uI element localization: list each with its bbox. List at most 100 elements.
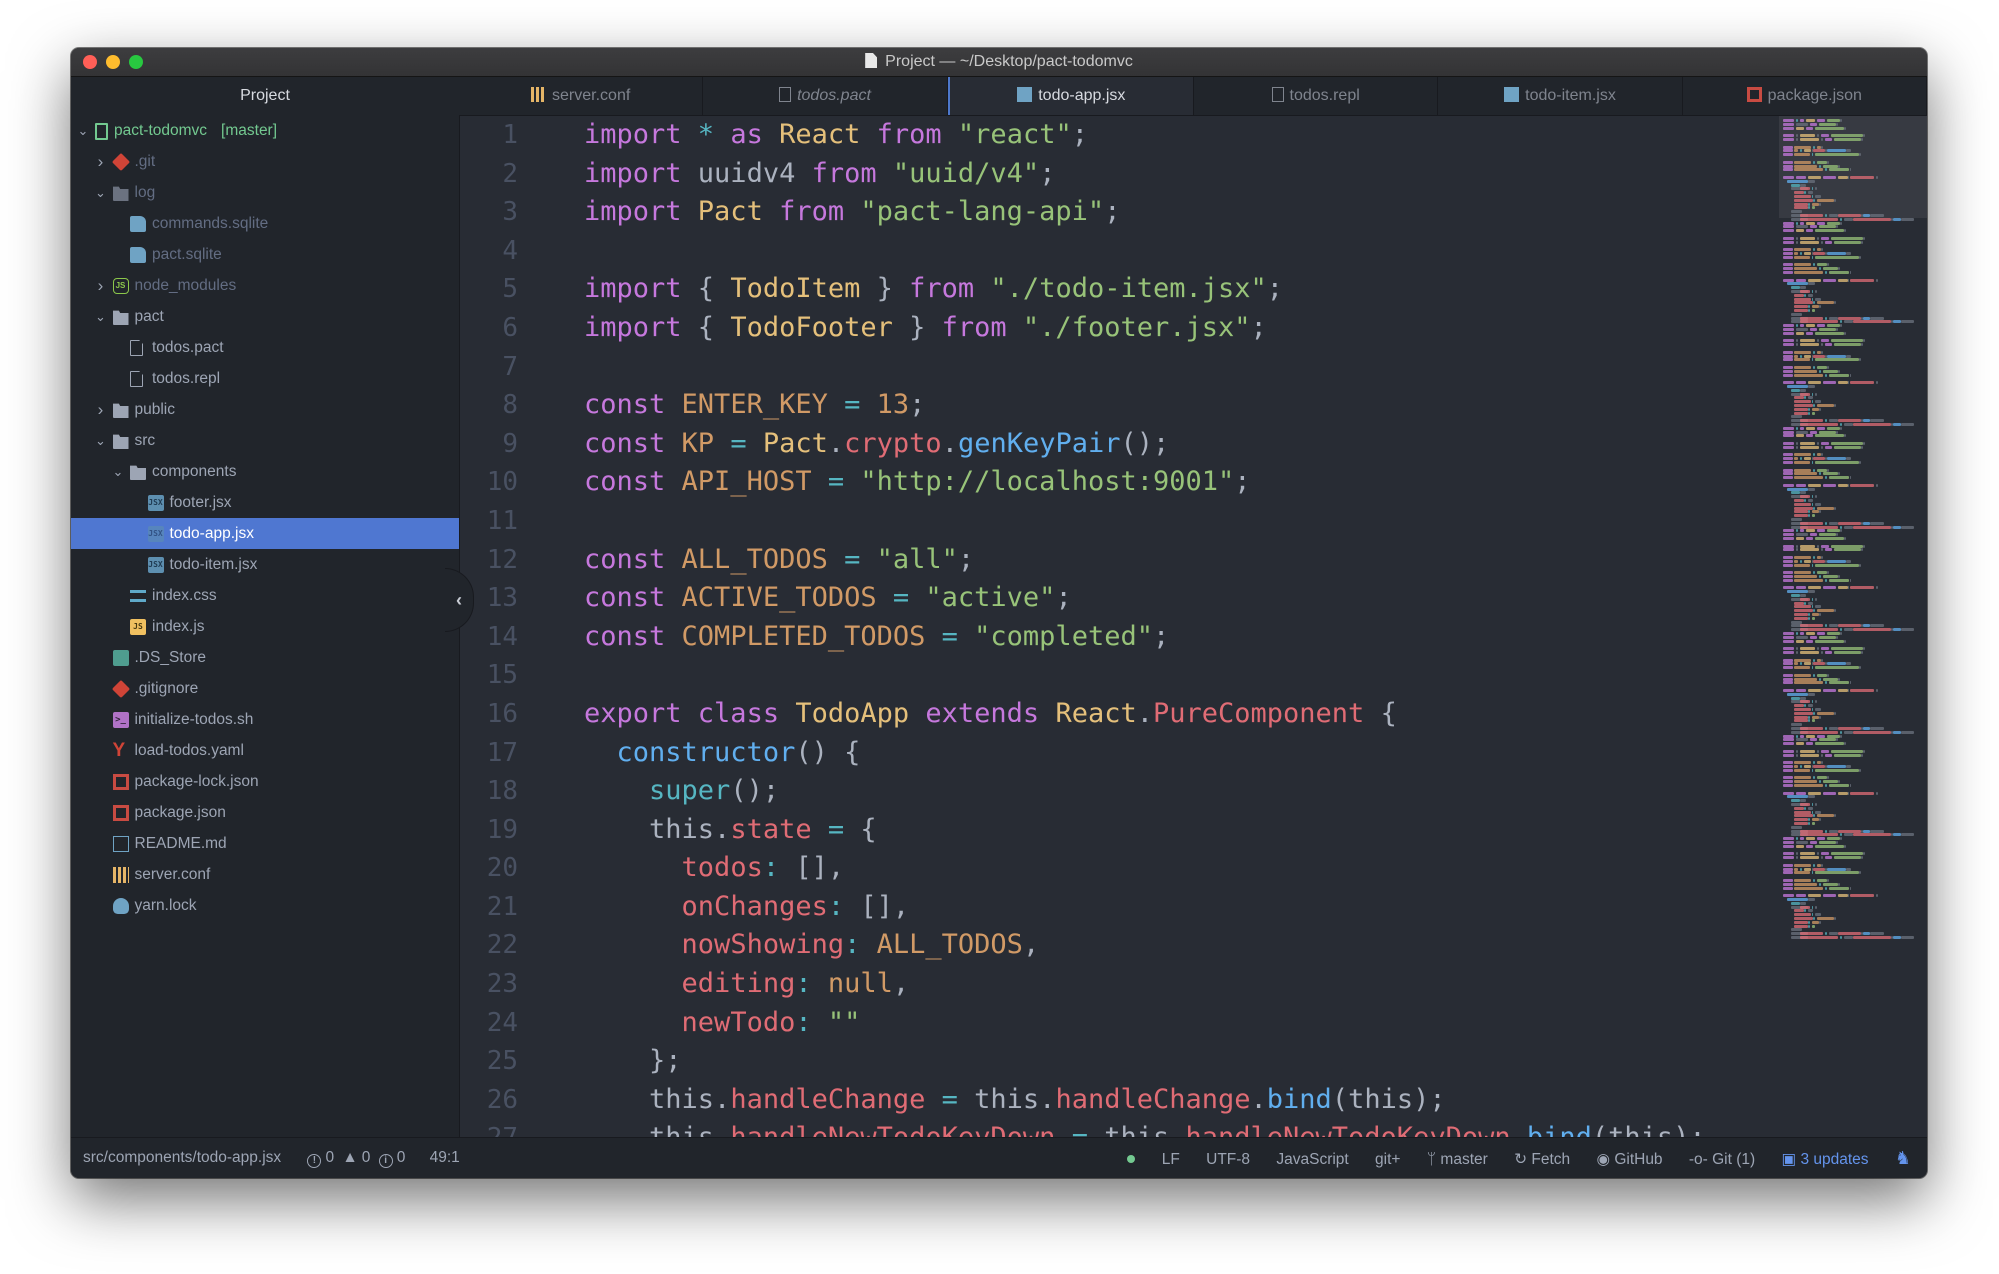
minimap-line — [1819, 472, 1821, 476]
tree-folder[interactable]: ⌄ pact — [71, 301, 459, 332]
diagnostics-summary[interactable]: ! 0 ▲ 0 i0 — [307, 1149, 409, 1168]
grammar-selector[interactable]: JavaScript — [1276, 1151, 1348, 1168]
code-line[interactable]: const ACTIVE_TODOS = "active"; — [584, 579, 1777, 618]
tree-file[interactable]: todos.repl — [71, 363, 459, 394]
code-line[interactable]: this.handleChange = this.handleChange.bi… — [584, 1081, 1777, 1120]
tree-file[interactable]: .gitignore — [71, 673, 459, 704]
tree-item-label: load-todos.yaml — [134, 742, 244, 759]
squirrel-icon[interactable]: ♞ — [1895, 1148, 1911, 1168]
tab-todo-app-jsx[interactable]: todo-app.jsx — [947, 77, 1194, 115]
minimap-line — [1817, 879, 1827, 882]
code-editor[interactable]: 1 2 3 4 5 6 7 8 9 10 11 12 13 14 15 16 17 18 19 20 21 22 23 24 2… — [460, 116, 1927, 1138]
tree-folder[interactable]: › JS node_modules — [71, 270, 459, 301]
code-line[interactable]: import * as React from "react"; — [584, 116, 1777, 155]
code-line[interactable]: const COMPLETED_TODOS = "completed"; — [584, 618, 1777, 657]
tree-file[interactable]: >_ initialize-todos.sh — [71, 704, 459, 735]
tree-file[interactable]: server.conf — [71, 859, 459, 890]
tree-file[interactable]: pact.sqlite — [71, 239, 459, 270]
code-line[interactable]: const ALL_TODOS = "all"; — [584, 541, 1777, 580]
chevron-down-icon[interactable]: ⌄ — [93, 425, 109, 456]
minimap[interactable] — [1779, 116, 1927, 1138]
tree-root-pact-todomvc[interactable]: ⌄ pact-todomvc [master] — [71, 115, 459, 146]
code-line[interactable]: editing: null, — [584, 965, 1777, 1004]
tree-folder[interactable]: ⌄ components — [71, 456, 459, 487]
code-line[interactable]: todos: [], — [584, 849, 1777, 888]
tree-item-label: index.css — [152, 587, 217, 604]
chevron-down-icon[interactable]: ⌄ — [93, 177, 109, 208]
tree-file[interactable]: .DS_Store — [71, 642, 459, 673]
tree-folder[interactable]: › .git — [71, 146, 459, 177]
code-line[interactable]: import Pact from "pact-lang-api"; — [584, 193, 1777, 232]
code-line[interactable]: const ENTER_KEY = 13; — [584, 386, 1777, 425]
tab-todos-pact[interactable]: todos.pact — [703, 77, 948, 115]
code-token: = — [1071, 1122, 1105, 1138]
minimap-line — [1876, 894, 1878, 898]
code-token: const — [584, 389, 682, 421]
minimap-line — [1821, 548, 1823, 552]
minimap-line — [1822, 278, 1837, 282]
git-panel-button[interactable]: -o- Git (1) — [1689, 1151, 1755, 1168]
tree-file[interactable]: JSX todo-app.jsx — [71, 518, 459, 549]
tree-folder[interactable]: ⌄ log — [71, 177, 459, 208]
code-line[interactable]: import { TodoFooter } from "./footer.jsx… — [584, 309, 1777, 348]
tree-file[interactable]: commands.sqlite — [71, 208, 459, 239]
code-line[interactable]: super(); — [584, 772, 1777, 811]
updates-button[interactable]: ▣ 3 updates — [1782, 1151, 1869, 1168]
code-token: (this); — [1331, 1083, 1446, 1115]
code-line[interactable]: import uuidv4 from "uuid/v4"; — [584, 155, 1777, 194]
chevron-right-icon[interactable]: › — [93, 270, 109, 301]
chevron-down-icon[interactable]: ⌄ — [110, 456, 126, 487]
github-button[interactable]: ◉ GitHub — [1596, 1151, 1662, 1168]
code-area[interactable]: import * as React from "react"; import uu… — [584, 116, 1777, 1138]
chevron-right-icon[interactable]: › — [93, 394, 109, 425]
tree-file[interactable]: JSX todo-item.jsx — [71, 549, 459, 580]
tree-file[interactable]: package.json — [71, 797, 459, 828]
code-line[interactable]: export class TodoApp extends React.PureC… — [584, 695, 1777, 734]
code-line[interactable]: }; — [584, 1042, 1777, 1081]
tree-file[interactable]: JSX footer.jsx — [71, 487, 459, 518]
minimap-line — [1796, 278, 1806, 282]
code-line[interactable]: onChanges: [], — [584, 888, 1777, 927]
tree-file[interactable]: package-lock.json — [71, 766, 459, 797]
info-icon: i — [378, 1154, 393, 1168]
code-line[interactable] — [584, 232, 1777, 271]
code-line[interactable] — [584, 348, 1777, 387]
tree-file[interactable]: index.css — [71, 580, 459, 611]
tree-folder[interactable]: › public — [71, 394, 459, 425]
tab-package-json[interactable]: package.json — [1683, 77, 1927, 115]
code-line[interactable] — [584, 656, 1777, 695]
encoding-selector[interactable]: UTF-8 — [1206, 1151, 1250, 1168]
code-line[interactable]: this.state = { — [584, 811, 1777, 850]
tab-todo-item-jsx[interactable]: todo-item.jsx — [1438, 77, 1683, 115]
minimap-line — [1826, 734, 1840, 738]
code-line[interactable]: this.handleNewTodoKeyDown = this.handleN… — [584, 1119, 1777, 1138]
minimap-line — [1815, 358, 1859, 362]
fetch-button[interactable]: ↻ Fetch — [1514, 1151, 1570, 1168]
tree-folder[interactable]: ⌄ src — [71, 425, 459, 456]
status-file-path[interactable]: src/components/todo-app.jsx — [83, 1149, 281, 1166]
branch-selector[interactable]: ᛘ master — [1427, 1151, 1488, 1168]
code-line[interactable]: constructor() { — [584, 734, 1777, 773]
git-plus-button[interactable]: git+ — [1375, 1151, 1400, 1168]
minimap-line — [1819, 715, 1821, 719]
code-line[interactable]: const KP = Pact.crypto.genKeyPair(); — [584, 425, 1777, 464]
code-line[interactable]: import { TodoItem } from "./todo-item.js… — [584, 270, 1777, 309]
code-line[interactable]: const API_HOST = "http://localhost:9001"… — [584, 463, 1777, 502]
minimap-line — [1813, 863, 1816, 867]
code-line[interactable]: nowShowing: ALL_TODOS, — [584, 926, 1777, 965]
chevron-down-icon[interactable]: ⌄ — [93, 301, 109, 332]
minimap-line — [1783, 651, 1795, 654]
tree-file[interactable]: yarn.lock — [71, 890, 459, 921]
tree-file[interactable]: Yload-todos.yaml — [71, 735, 459, 766]
chevron-right-icon[interactable]: › — [93, 146, 109, 177]
tree-file[interactable]: todos.pact — [71, 332, 459, 363]
minimap-line — [1843, 628, 1854, 632]
tree-file[interactable]: README.md — [71, 828, 459, 859]
line-ending-selector[interactable]: LF — [1162, 1151, 1180, 1168]
code-line[interactable]: newTodo: "" — [584, 1004, 1777, 1043]
code-line[interactable] — [584, 502, 1777, 541]
tab-todos-repl[interactable]: todos.repl — [1194, 77, 1439, 115]
tree-file[interactable]: JS index.js — [71, 611, 459, 642]
cursor-position[interactable]: 49:1 — [430, 1149, 460, 1166]
tab-server-conf[interactable]: server.conf — [459, 77, 704, 115]
